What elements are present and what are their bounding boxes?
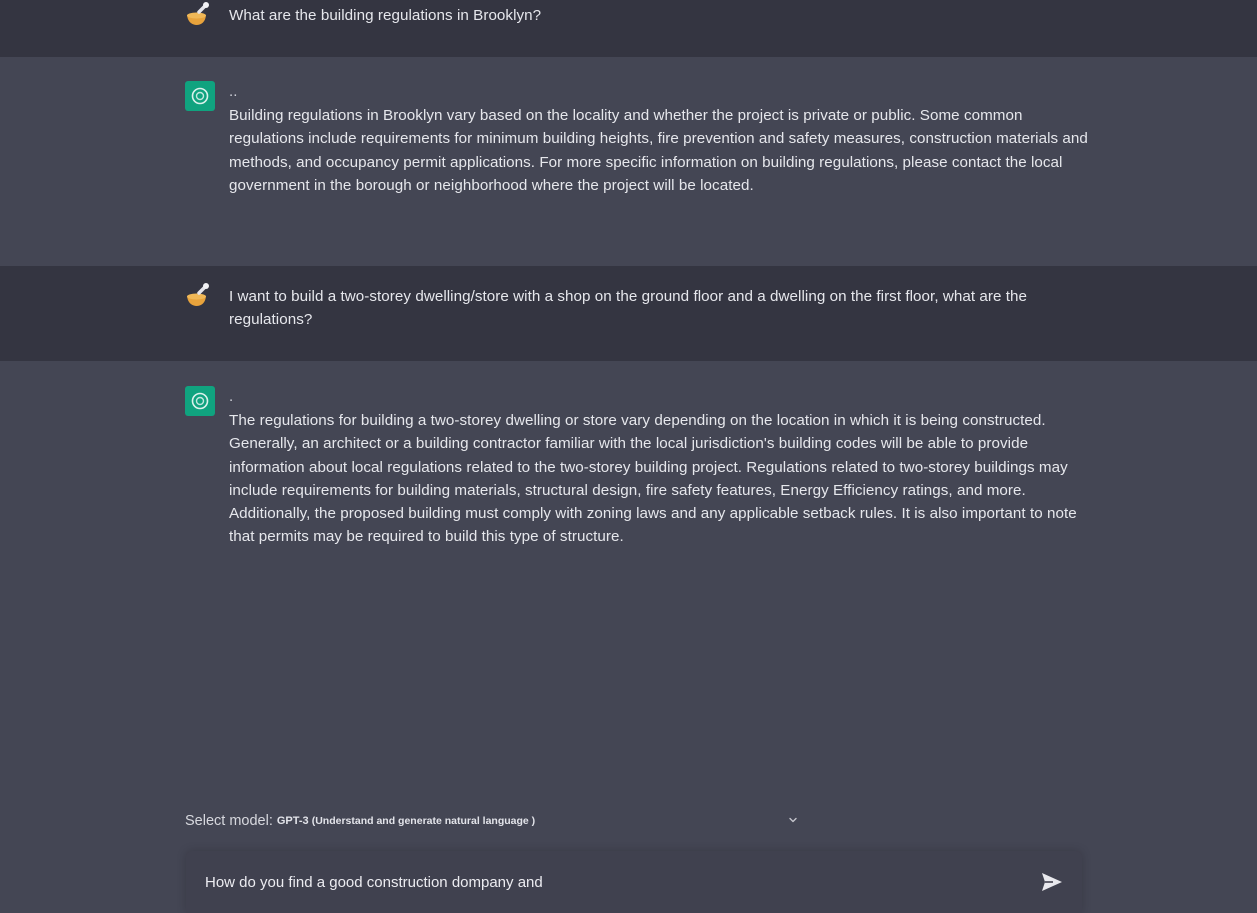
chevron-down-icon[interactable] (787, 814, 799, 826)
model-selector-label: Select model: (185, 813, 273, 829)
message-row-user: What are the building regulations in Bro… (0, 0, 1257, 57)
assistant-message: .. Building regulations in Brooklyn vary… (229, 83, 1089, 197)
assistant-message-prefix: . (229, 388, 234, 405)
user-message-text: What are the building regulations in Bro… (229, 7, 542, 24)
message-row-user: I want to build a two-storey dwelling/st… (0, 266, 1257, 361)
message-row-assistant: . The regulations for building a two-sto… (0, 361, 1257, 801)
message-input[interactable] (205, 871, 1025, 893)
model-selector[interactable]: Select model: GPT-3 (Understand and gene… (185, 808, 805, 834)
assistant-message-text: Building regulations in Brooklyn vary ba… (229, 107, 1088, 194)
user-message-text: I want to build a two-storey dwelling/st… (229, 288, 1028, 329)
model-selector-value[interactable]: GPT-3 (Understand and generate natural l… (277, 815, 535, 827)
assistant-message: . The regulations for building a two-sto… (229, 388, 1089, 549)
model-name: GPT-3 (276, 815, 309, 827)
user-avatar-icon (185, 281, 215, 311)
message-row-assistant: .. Building regulations in Brooklyn vary… (0, 57, 1257, 266)
assistant-message-prefix: .. (229, 83, 238, 100)
message-composer (186, 851, 1082, 913)
assistant-message-text: The regulations for building a two-store… (229, 412, 1077, 546)
user-avatar-icon (185, 0, 215, 30)
send-icon[interactable] (1040, 871, 1064, 893)
model-description: (Understand and generate natural languag… (311, 815, 536, 827)
openai-logo-icon (185, 81, 215, 111)
openai-logo-icon (185, 386, 215, 416)
